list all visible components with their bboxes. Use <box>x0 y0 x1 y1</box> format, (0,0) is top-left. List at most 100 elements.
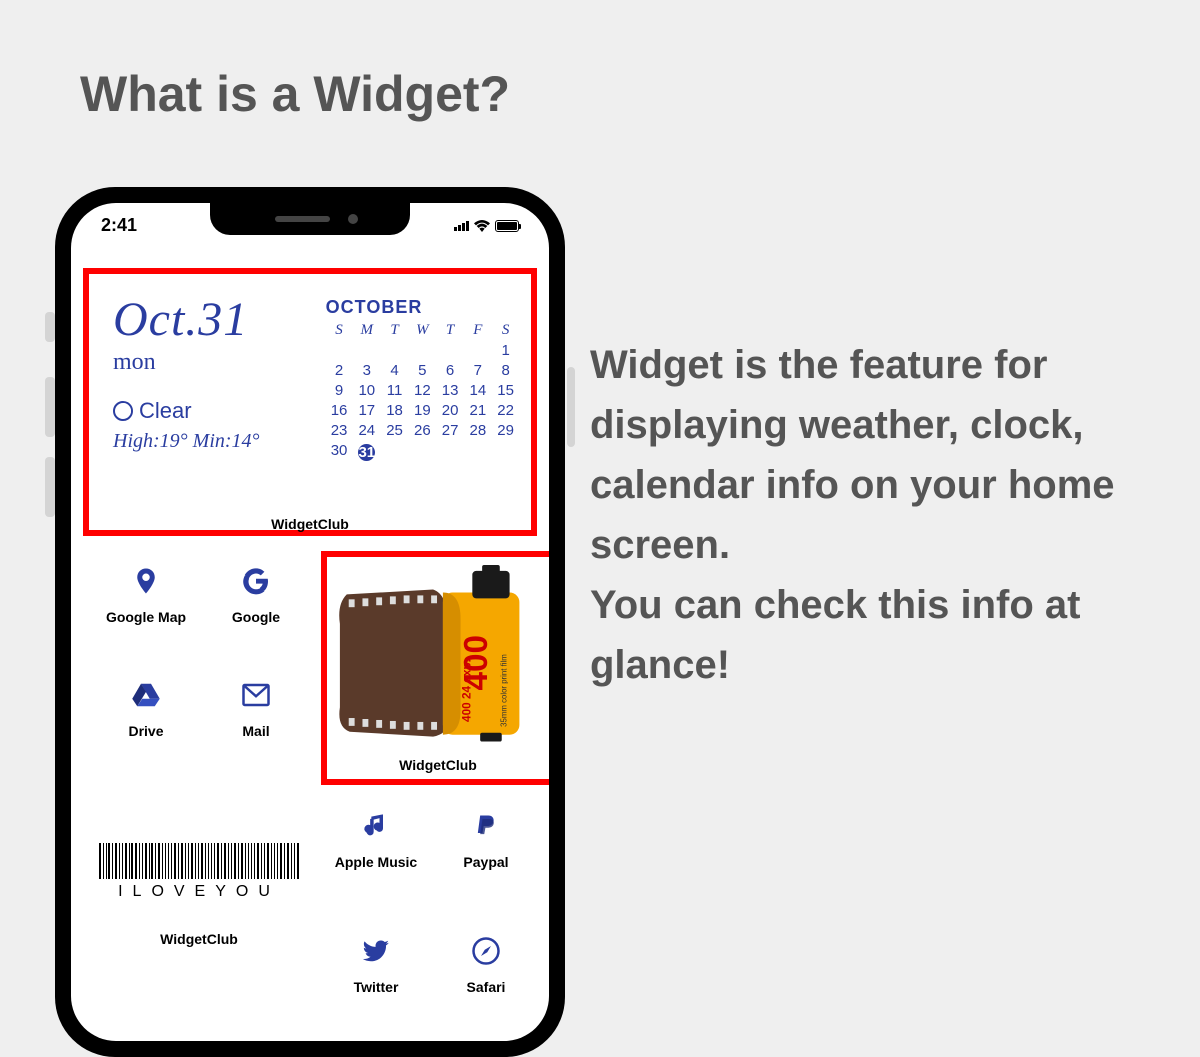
calendar-day: 16 <box>326 402 353 419</box>
calendar-day <box>464 342 491 359</box>
calendar-day: 12 <box>409 382 436 399</box>
calendar-day: 25 <box>381 422 408 439</box>
calendar-day <box>437 342 464 359</box>
music-icon <box>358 808 394 844</box>
calendar-day: 14 <box>464 382 491 399</box>
svg-text:35mm color print film: 35mm color print film <box>500 654 509 727</box>
app-label: Apple Music <box>335 854 417 870</box>
barcode-widget[interactable]: ILOVEYOU WidgetClub <box>99 843 299 947</box>
app-label: Safari <box>467 979 506 995</box>
mail-icon <box>238 677 274 713</box>
calendar-day: 8 <box>492 362 519 379</box>
wifi-icon <box>474 220 490 232</box>
app-icon-safari[interactable]: Safari <box>431 923 541 995</box>
page-title: What is a Widget? <box>80 65 510 123</box>
calendar-day: 13 <box>437 382 464 399</box>
calendar-day: 22 <box>492 402 519 419</box>
calendar-day: 11 <box>381 382 408 399</box>
page-description: Widget is the feature for displaying wea… <box>590 335 1150 695</box>
calendar-day: 26 <box>409 422 436 439</box>
calendar-day: 6 <box>437 362 464 379</box>
calendar-day: 20 <box>437 402 464 419</box>
calendar-weekday: mon <box>113 349 326 376</box>
battery-icon <box>495 220 519 232</box>
app-icon-apple-music[interactable]: Apple Music <box>321 798 431 870</box>
calendar-day: 9 <box>326 382 353 399</box>
calendar-day: 10 <box>353 382 380 399</box>
drive-icon <box>128 677 164 713</box>
calendar-day <box>353 342 380 359</box>
phone-side-button <box>45 457 55 517</box>
calendar-month: OCTOBER <box>326 297 519 318</box>
paypal-icon <box>468 808 504 844</box>
calendar-day: 15 <box>492 382 519 399</box>
svg-text:400 24 exp.: 400 24 exp. <box>460 659 473 722</box>
calendar-weather: Clear <box>113 398 326 424</box>
app-icon-google-map[interactable]: Google Map <box>91 553 201 663</box>
calendar-day: 7 <box>464 362 491 379</box>
app-grid-row4: Twitter Safari <box>321 923 529 995</box>
app-label: Twitter <box>354 979 399 995</box>
app-icon-twitter[interactable]: Twitter <box>321 923 431 995</box>
calendar-day <box>409 342 436 359</box>
app-label: Mail <box>242 723 269 739</box>
calendar-day: 28 <box>464 422 491 439</box>
app-icon-paypal[interactable]: Paypal <box>431 798 541 870</box>
calendar-widget[interactable]: Oct.31 mon Clear High:19° Min:14° OCTOBE… <box>83 268 537 536</box>
calendar-day <box>326 342 353 359</box>
film-roll-widget[interactable]: 400 400 24 exp. 35mm color print film Wi… <box>321 551 549 785</box>
phone-notch <box>210 203 410 235</box>
app-icon-drive[interactable]: Drive <box>91 667 201 777</box>
phone-side-button <box>567 367 575 447</box>
safari-icon <box>468 933 504 969</box>
calendar-day: 23 <box>326 422 353 439</box>
map-pin-icon <box>128 563 164 599</box>
calendar-day: 18 <box>381 402 408 419</box>
calendar-dow: W <box>409 322 436 339</box>
calendar-day: 1 <box>492 342 519 359</box>
phone-side-button <box>45 377 55 437</box>
calendar-day: 27 <box>437 422 464 439</box>
calendar-day: 3 <box>353 362 380 379</box>
calendar-day: 19 <box>409 402 436 419</box>
phone-side-button <box>45 312 55 342</box>
barcode-text: ILOVEYOU <box>99 883 299 901</box>
app-label: Google Map <box>106 609 186 625</box>
calendar-widget-label: WidgetClub <box>271 516 349 532</box>
phone-mockup: 2:41 Oct.31 mon Clear High:19° Min:14° <box>55 187 565 1057</box>
film-roll-icon: 400 400 24 exp. 35mm color print film <box>335 565 541 742</box>
calendar-date: Oct.31 <box>113 292 326 347</box>
moon-icon <box>113 401 133 421</box>
calendar-day: 31 <box>353 442 380 464</box>
calendar-dow: S <box>492 322 519 339</box>
calendar-day: 17 <box>353 402 380 419</box>
calendar-day: 24 <box>353 422 380 439</box>
calendar-day: 21 <box>464 402 491 419</box>
status-time: 2:41 <box>101 215 137 236</box>
signal-icon <box>454 221 469 231</box>
film-widget-label: WidgetClub <box>327 757 549 773</box>
calendar-day <box>381 342 408 359</box>
calendar-day: 2 <box>326 362 353 379</box>
barcode-widget-label: WidgetClub <box>99 931 299 947</box>
calendar-dow: M <box>353 322 380 339</box>
calendar-day: 30 <box>326 442 353 464</box>
app-icon-google[interactable]: Google <box>201 553 311 663</box>
calendar-dow: T <box>437 322 464 339</box>
calendar-temperature: High:19° Min:14° <box>113 430 326 453</box>
app-label: Google <box>232 609 280 625</box>
calendar-day: 5 <box>409 362 436 379</box>
google-icon <box>238 563 274 599</box>
barcode-icon <box>99 843 299 879</box>
twitter-icon <box>358 933 394 969</box>
calendar-dow: T <box>381 322 408 339</box>
app-label: Drive <box>128 723 163 739</box>
calendar-day: 4 <box>381 362 408 379</box>
app-grid-row3: Apple MusicPaypal <box>321 798 529 870</box>
app-icon-mail[interactable]: Mail <box>201 667 311 777</box>
calendar-grid: SMTWTFS123456789101112131415161718192021… <box>326 322 519 464</box>
calendar-dow: S <box>326 322 353 339</box>
app-grid-left: Google Map Google Drive Mail <box>91 553 321 777</box>
calendar-day: 29 <box>492 422 519 439</box>
calendar-dow: F <box>464 322 491 339</box>
